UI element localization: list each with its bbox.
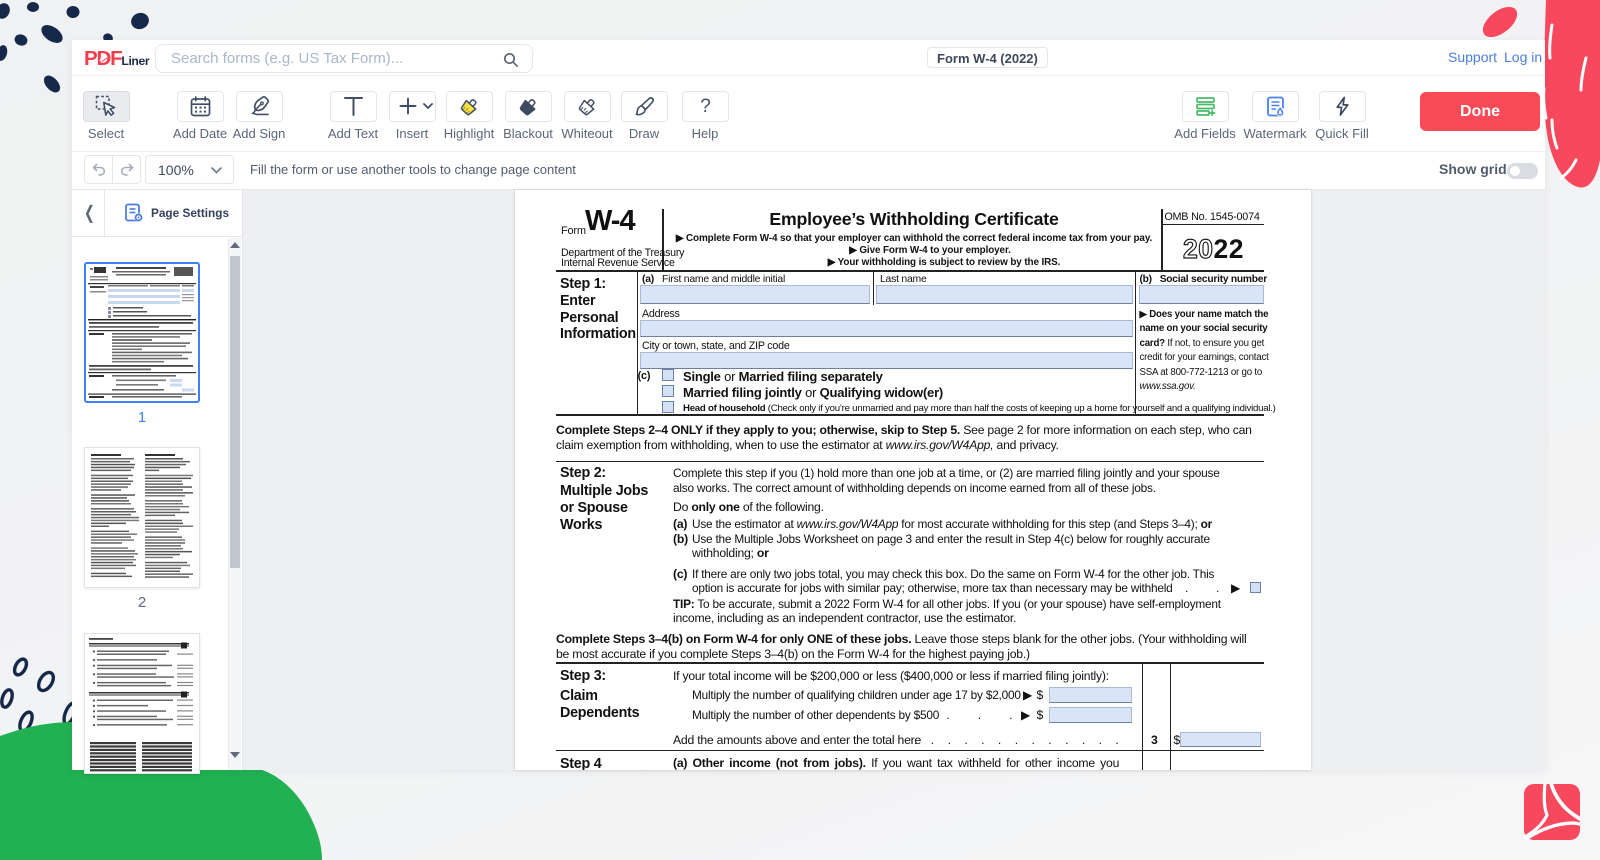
svg-text:?: ? [700, 96, 711, 117]
